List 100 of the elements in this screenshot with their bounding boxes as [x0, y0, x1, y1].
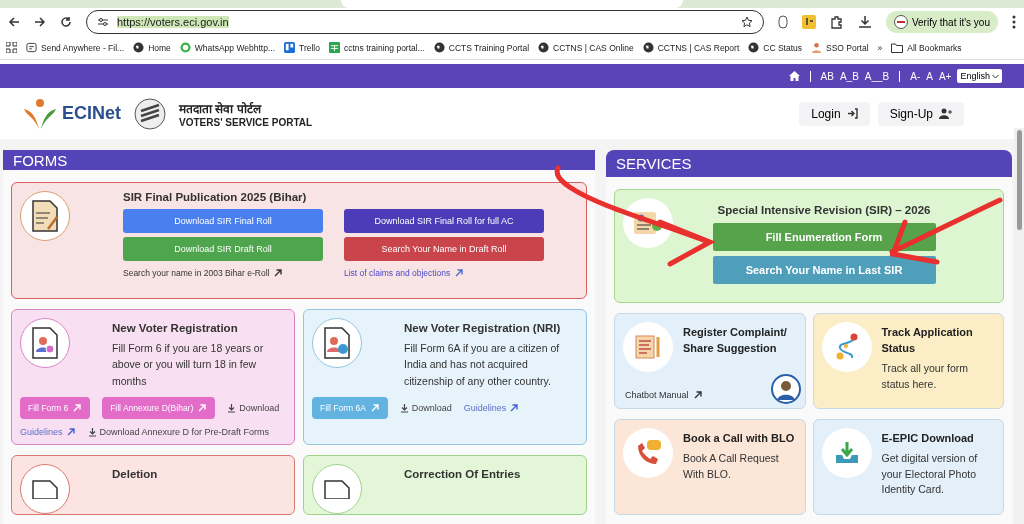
services-header: SERVICES	[606, 150, 1012, 177]
external-link-icon	[454, 268, 465, 278]
external-link-icon	[369, 402, 380, 413]
form-person-icon	[30, 326, 60, 360]
home-icon[interactable]	[788, 71, 800, 81]
external-link-icon	[197, 402, 208, 413]
font-size-option[interactable]: A-	[910, 70, 921, 82]
form-globe-icon	[322, 326, 352, 360]
download-icon	[399, 402, 409, 413]
bookmark[interactable]: Trello	[284, 42, 320, 53]
globe-icon	[748, 42, 760, 53]
bookmark[interactable]: CC Status	[748, 42, 802, 53]
external-link-icon	[692, 390, 703, 400]
form-pen-icon	[30, 199, 60, 233]
bookmark[interactable]: cctns training portal...	[328, 42, 425, 53]
card-title: New Voter Registration	[112, 322, 239, 334]
all-bookmarks-button[interactable]: All Bookmarks	[891, 42, 962, 53]
download-icon[interactable]	[857, 15, 872, 29]
page-icon	[26, 42, 37, 53]
sheet-icon	[328, 42, 340, 53]
card-description: Track all your form status here.	[881, 360, 970, 392]
card-description: Fill Form 6 if you are 18 years or above or you will turn 18 in few months	[112, 341, 265, 389]
card-title: E-EPIC Download	[881, 431, 975, 446]
external-link-icon	[72, 402, 83, 413]
chat-icon	[179, 42, 191, 53]
star-icon[interactable]	[740, 16, 753, 28]
card-title: Register Complaint/ Share Suggestion	[683, 325, 788, 356]
bookmark[interactable]: WhatsApp Webhttp...	[179, 42, 275, 53]
menu-icon[interactable]	[1012, 15, 1016, 29]
person-icon	[811, 42, 822, 53]
chevron-icon	[992, 73, 999, 79]
more-bookmarks-button[interactable]: »	[877, 42, 883, 53]
contrast-option[interactable]: A__B	[864, 70, 890, 82]
bookmark[interactable]: CCTNS | CAS Report	[642, 42, 740, 53]
contrast-option[interactable]: A_B	[839, 70, 859, 82]
download-icon	[87, 426, 97, 437]
folder-icon	[891, 42, 904, 53]
roll-button[interactable]: Search Your Name in Draft Roll	[344, 237, 544, 261]
apps-icon[interactable]	[6, 42, 17, 53]
board-icon	[284, 42, 295, 53]
login-icon	[846, 108, 858, 119]
contrast-option[interactable]: AB	[820, 70, 834, 82]
card-title: Book a Call with BLO	[683, 431, 796, 446]
download-link[interactable]: Download	[227, 402, 280, 413]
roll-link[interactable]: List of claims and objections	[344, 268, 544, 278]
extension-icon[interactable]	[777, 15, 788, 29]
card-description: Fill Form 6A if you are a citizen of India and has not acquired citizenship of any other country.	[404, 341, 561, 389]
site-settings-icon[interactable]	[97, 17, 109, 27]
roll-button[interactable]: Download SIR Final Roll for full AC	[344, 209, 544, 233]
guidelines-link[interactable]: Guidelines	[463, 402, 520, 413]
bookmark[interactable]: SSO Portal	[811, 42, 869, 53]
notepad-icon	[634, 333, 662, 361]
card-description: Book A Call Request With BLO.	[683, 450, 780, 482]
portal-hindi-title: मतदाता सेवा पोर्टल	[179, 100, 263, 117]
card-title: Special Intensive Revision (SIR) – 2026	[717, 204, 931, 216]
globe-icon	[133, 42, 145, 53]
roll-button[interactable]: Download SIR Final Roll	[123, 209, 323, 233]
puzzle-icon[interactable]	[829, 15, 844, 29]
card-title: Track Application Status	[881, 325, 974, 356]
language-dropdown[interactable]: English	[957, 69, 1002, 83]
bookmark[interactable]: Send Anywhere - Fil...	[26, 42, 125, 53]
card-title: Correction Of Entries	[404, 468, 522, 480]
signup-button[interactable]: Sign-Up	[877, 101, 964, 126]
back-icon[interactable]	[8, 16, 20, 28]
card-title: SIR Final Publication 2025 (Bihar)	[123, 191, 308, 203]
extension-icon[interactable]	[801, 15, 816, 29]
external-link-icon	[509, 402, 520, 413]
forward-icon[interactable]	[34, 16, 46, 28]
roll-link[interactable]: Search your name in 2003 Bihar e-Roll	[123, 268, 323, 278]
bookmark[interactable]: Home	[133, 42, 171, 53]
external-link-icon	[273, 268, 284, 278]
globe-icon	[642, 42, 654, 53]
profile-icon	[893, 15, 908, 29]
download-link[interactable]: Download Annexure D for Pre-Draft Forms	[87, 426, 270, 437]
logo-icon	[22, 96, 58, 131]
add-user-icon	[939, 108, 952, 119]
external-link-icon	[65, 426, 76, 437]
guidelines-link[interactable]: Guidelines	[20, 426, 76, 437]
card-title: New Voter Registration (NRI)	[404, 322, 562, 334]
download-link[interactable]: Download	[399, 402, 452, 413]
logo-text: ECINet	[62, 103, 121, 124]
bookmark[interactable]: CCTNS | CAS Online	[538, 42, 634, 53]
chatbot-link[interactable]: Chatbot Manual	[625, 390, 703, 400]
download-icon	[227, 402, 237, 413]
globe-icon	[433, 42, 445, 53]
forms-header: FORMS	[3, 150, 595, 170]
bookmark[interactable]: CCTS Training Portal	[433, 42, 530, 53]
chatbot-badge-icon[interactable]	[770, 374, 801, 404]
document-icon	[30, 479, 60, 499]
font-size-option[interactable]: A	[926, 70, 933, 82]
scrollbar[interactable]	[1014, 128, 1024, 524]
card-description: Get digital version of your Electoral Photo Identity Card.	[881, 450, 979, 498]
login-button[interactable]: Login	[799, 101, 870, 126]
reload-icon[interactable]	[60, 16, 72, 28]
portal-title: VOTERS' SERVICE PORTAL	[179, 116, 313, 128]
verify-button[interactable]: Verify that it's you	[885, 11, 998, 33]
globe-icon	[538, 42, 550, 53]
document-icon	[322, 479, 352, 499]
font-size-option[interactable]: A+	[938, 70, 952, 82]
ballot-icon	[133, 96, 167, 131]
